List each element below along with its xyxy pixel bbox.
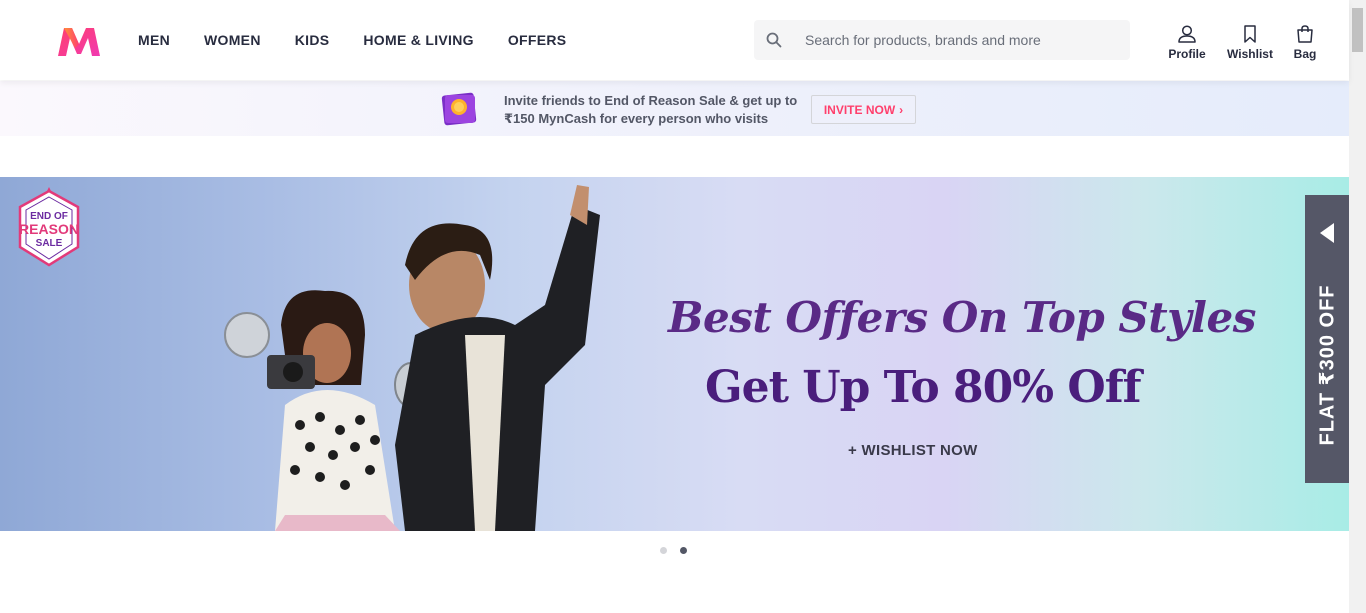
flat-offer-label: FLAT ₹300 OFF: [1316, 284, 1339, 446]
bag-button[interactable]: Bag: [1285, 24, 1325, 61]
nav-kids[interactable]: KIDS: [295, 32, 330, 48]
invite-banner: Invite friends to End of Reason Sale & g…: [0, 81, 1349, 136]
profile-label: Profile: [1168, 47, 1206, 61]
wishlist-icon: [1244, 25, 1256, 43]
profile-icon: [1178, 25, 1196, 43]
carousel-dots: [660, 547, 700, 554]
wishlist-now-link[interactable]: + WISHLIST NOW: [848, 442, 978, 459]
profile-button[interactable]: Profile: [1160, 24, 1214, 61]
invite-now-label: INVITE NOW: [823, 102, 896, 117]
search-input[interactable]: [805, 32, 1115, 48]
header-actions: Profile Wishlist Bag: [1160, 24, 1325, 61]
carousel-dot[interactable]: [660, 547, 667, 554]
bag-label: Bag: [1293, 47, 1317, 61]
scrollbar-thumb[interactable]: [1352, 8, 1363, 52]
caret-left-icon[interactable]: [1320, 223, 1334, 243]
badge-line-2: REASON: [19, 221, 79, 237]
hero-banner[interactable]: END OF REASON SALE Best Offers On Top St…: [0, 177, 1349, 531]
search-box[interactable]: [754, 20, 1130, 60]
invite-now-button[interactable]: INVITE NOW ›: [811, 95, 916, 124]
models-photo: [224, 185, 600, 531]
flat-offer-side-tab[interactable]: FLAT ₹300 OFF: [1305, 195, 1349, 483]
banner-headline-1: Best Offers On Top Styles: [668, 293, 1256, 342]
search-icon[interactable]: [754, 32, 794, 48]
carousel-dot-active[interactable]: [680, 547, 687, 554]
wishlist-button[interactable]: Wishlist: [1223, 24, 1277, 61]
top-header: MEN WOMEN KIDS HOME & LIVING OFFERS Prof…: [0, 0, 1349, 80]
invite-line-1: Invite friends to End of Reason Sale & g…: [504, 93, 798, 108]
myncash-card-icon: [441, 92, 477, 126]
bag-icon: [1297, 25, 1313, 43]
invite-text: Invite friends to End of Reason Sale & g…: [504, 92, 804, 128]
wishlist-label: Wishlist: [1227, 47, 1273, 61]
banner-headline-2: Get Up To 80% Off: [705, 362, 1142, 413]
chevron-right-icon: ›: [899, 102, 904, 117]
main-nav: MEN WOMEN KIDS HOME & LIVING OFFERS: [138, 0, 600, 80]
nav-offers[interactable]: OFFERS: [508, 32, 567, 48]
end-of-reason-sale-badge: END OF REASON SALE: [18, 187, 80, 267]
myntra-logo-icon[interactable]: [54, 22, 104, 60]
nav-women[interactable]: WOMEN: [204, 32, 261, 48]
invite-line-2: ₹150 MynCash for every person who visits: [504, 111, 769, 126]
nav-home-living[interactable]: HOME & LIVING: [363, 32, 473, 48]
nav-men[interactable]: MEN: [138, 32, 170, 48]
badge-line-3: SALE: [36, 238, 63, 249]
page-scrollbar[interactable]: [1349, 0, 1366, 613]
